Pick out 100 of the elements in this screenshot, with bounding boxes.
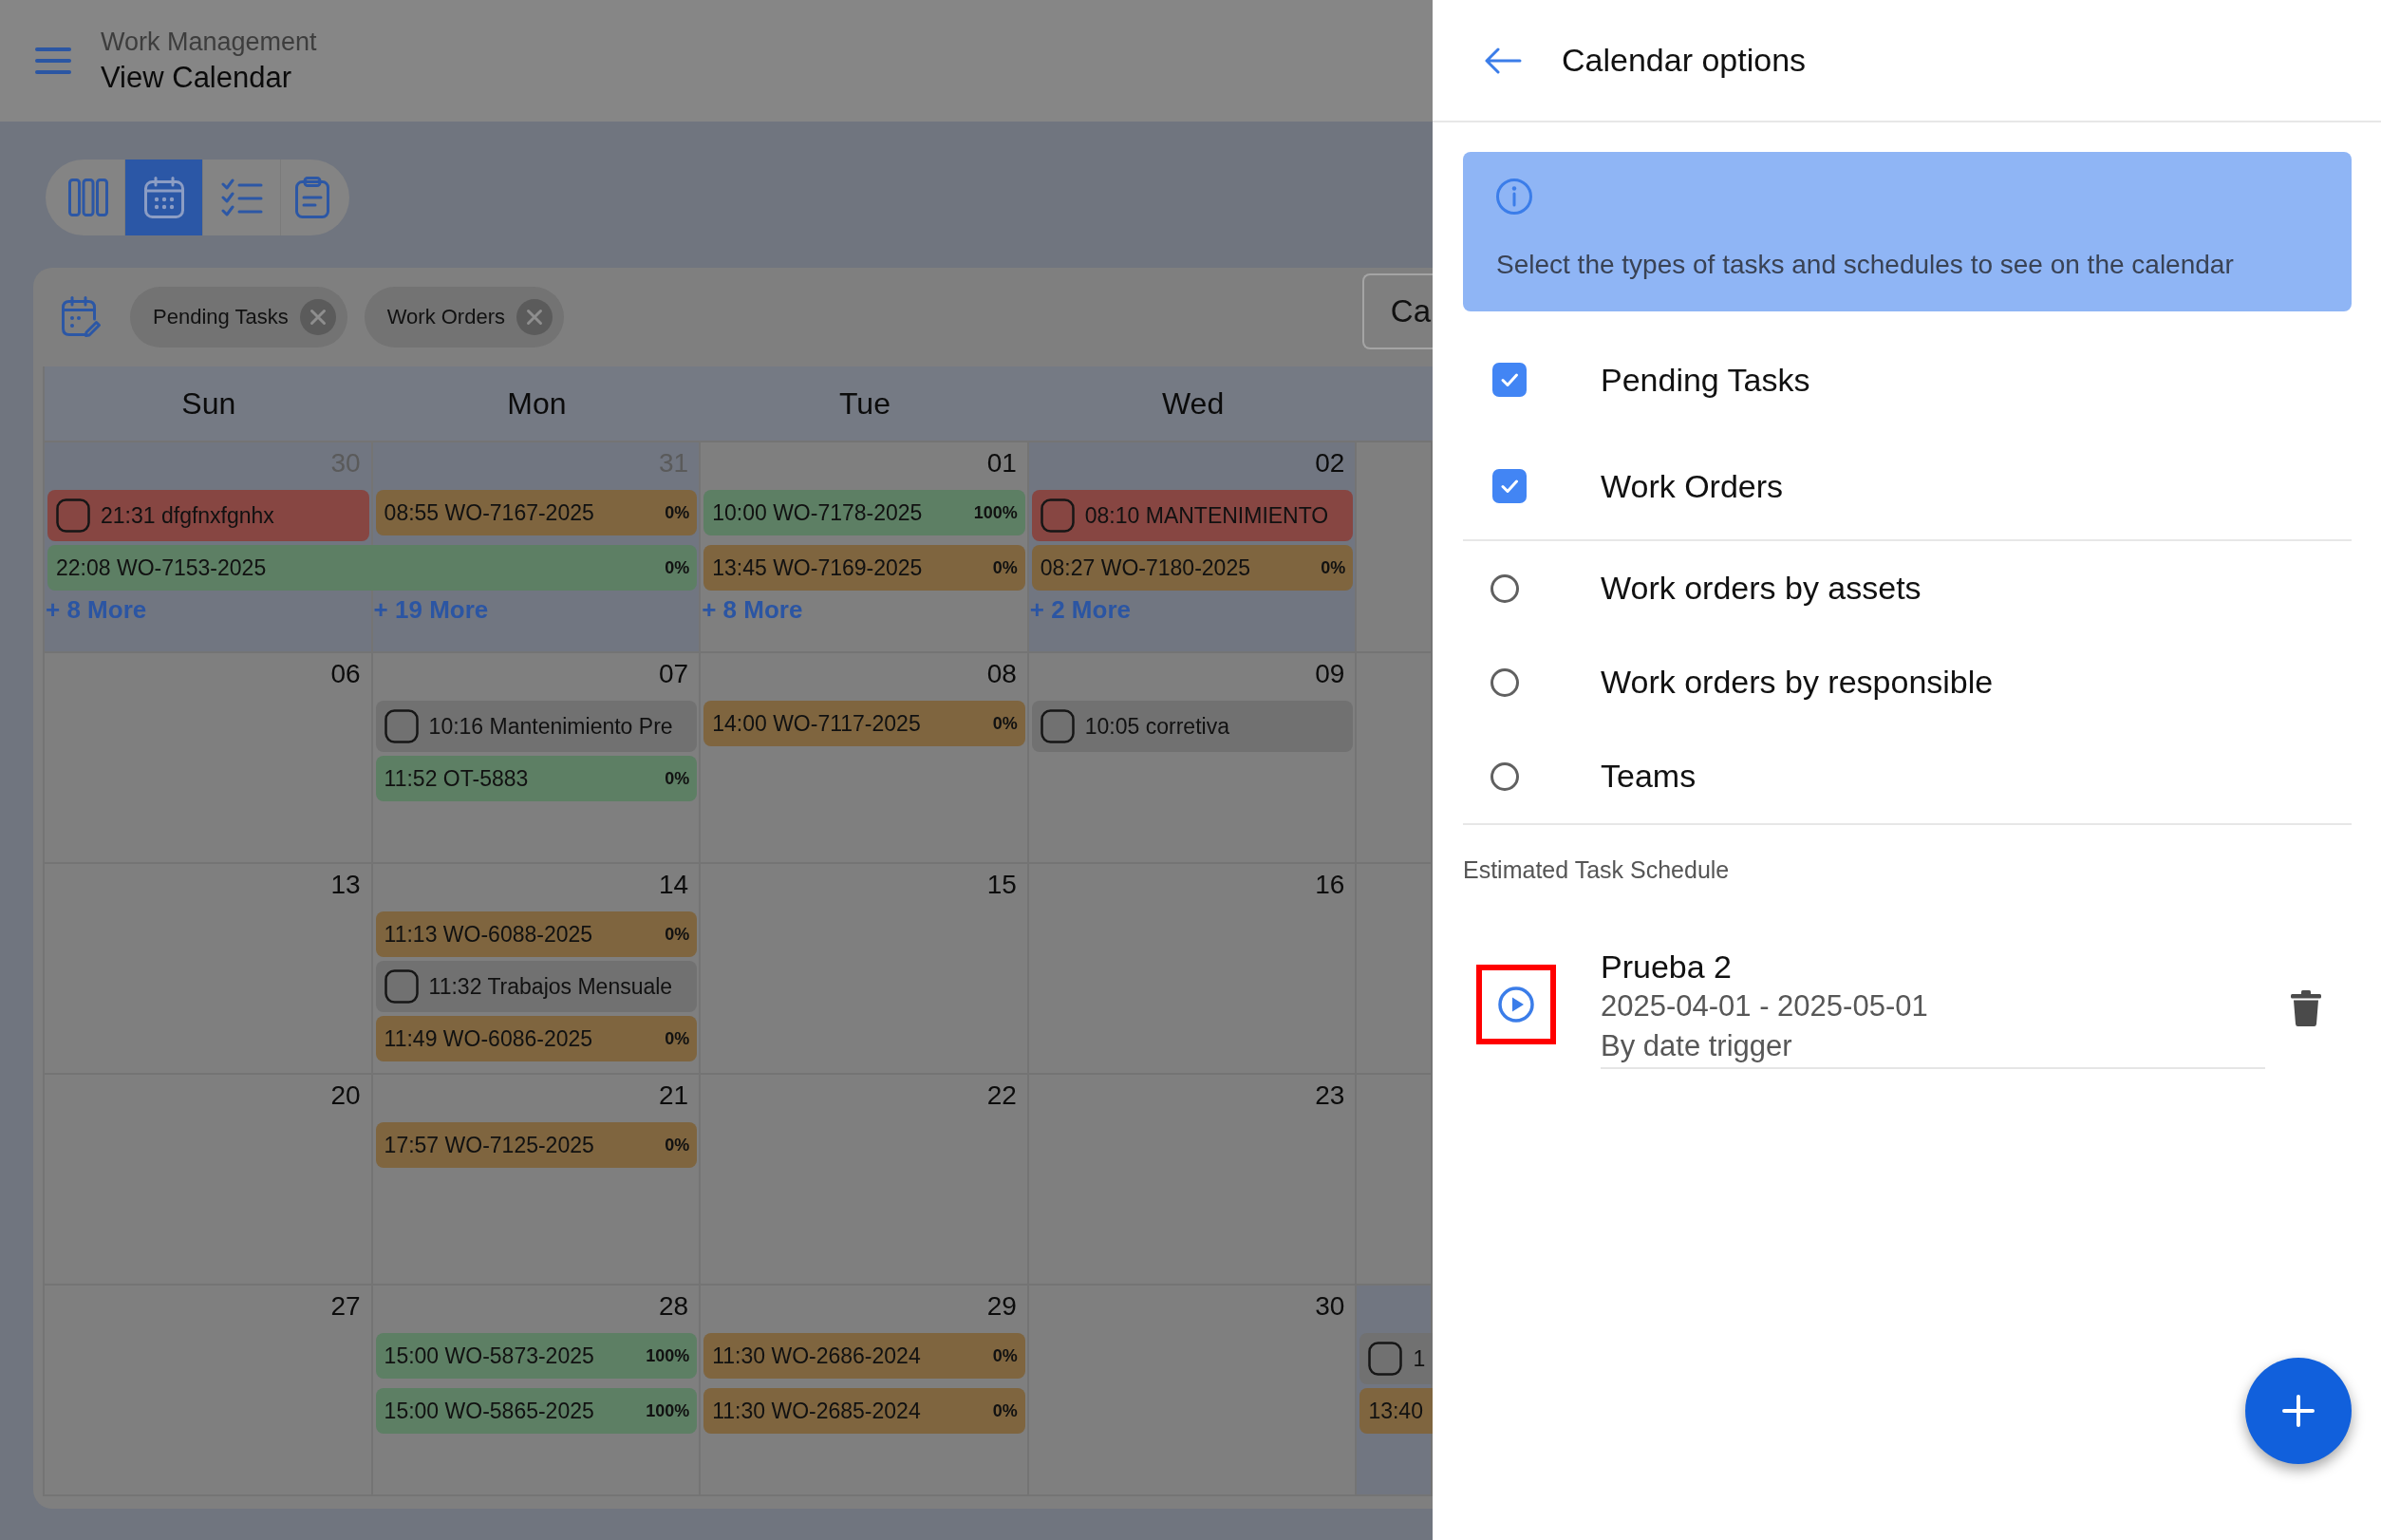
task-checkbox[interactable] [384, 969, 419, 1004]
progress-text: 100% [972, 502, 1018, 523]
clipboard-icon [295, 177, 329, 218]
progress-text: 0% [664, 557, 690, 578]
event-title: 11:30 WO-2685-2024 [712, 1398, 921, 1424]
day-number: 09 [1315, 658, 1345, 690]
event-title: 17:57 WO-7125-2025 [384, 1132, 594, 1158]
progress-text: 100% [645, 1400, 690, 1421]
progress-text: 100% [645, 1345, 690, 1366]
day-number: 06 [330, 658, 361, 690]
calendar-event[interactable]: 08:27 WO-7180-2025 0% [1031, 545, 1354, 591]
calendar-icon [143, 177, 184, 218]
calendar-event[interactable]: 13:40 [1359, 1388, 1433, 1434]
view-tab[interactable] [125, 160, 203, 235]
task-checkbox[interactable] [384, 709, 419, 743]
menu-button[interactable] [35, 47, 71, 75]
option-label[interactable]: Work orders by responsible [1601, 664, 1994, 701]
task-checkbox[interactable] [56, 498, 90, 533]
calendar-event[interactable]: 10:16 Mantenimiento Pre [375, 701, 698, 752]
play-button[interactable] [1498, 986, 1534, 1023]
task-checkbox[interactable] [1040, 709, 1075, 743]
event-title: 11:13 WO-6088-2025 [384, 921, 593, 948]
progress-text: 0% [664, 924, 690, 945]
day-number: 16 [1315, 869, 1345, 901]
delete-button[interactable] [2291, 989, 2321, 1026]
radio-button[interactable] [1490, 667, 1519, 697]
calendar-event[interactable]: 11:49 WO-6086-2025 0% [375, 1016, 698, 1061]
chip-label: Work Orders [386, 305, 505, 329]
calendar-event[interactable]: 08:55 WO-7167-2025 0% [375, 490, 698, 535]
event-title: 22:08 WO-7153-2025 [56, 554, 267, 581]
option-label[interactable]: Work orders by assets [1601, 570, 1922, 607]
option-label[interactable]: Work Orders [1601, 467, 1784, 505]
menu-icon [35, 47, 71, 75]
day-number: 01 [986, 447, 1017, 479]
checkbox[interactable] [1492, 363, 1527, 397]
calendar-event[interactable]: 17:57 WO-7125-2025 0% [375, 1122, 698, 1168]
calendar-event[interactable]: 22:08 WO-7153-2025 0% [47, 545, 698, 591]
toolbar-button[interactable]: Ca [1361, 273, 1433, 349]
info-icon [1496, 178, 1532, 215]
calendar-event[interactable]: 21:31 dfgfnxfgnhx [47, 490, 369, 541]
weekday-label: Wed [1161, 385, 1225, 422]
weekday-label: Tue [839, 385, 891, 422]
option-label[interactable]: Pending Tasks [1601, 361, 1810, 399]
remove-icon[interactable] [516, 299, 553, 335]
remove-icon[interactable] [299, 299, 336, 335]
event-title: 08:10 MANTENIMIENTO [1084, 502, 1329, 529]
radio-button[interactable] [1490, 573, 1519, 603]
checklist-icon [220, 178, 263, 216]
day-number: 20 [330, 1080, 361, 1112]
calendar-event[interactable]: 15:00 WO-5873-2025 100% [375, 1333, 698, 1379]
day-number: 29 [986, 1290, 1017, 1323]
weekday-label: Mon [507, 385, 567, 422]
event-title: 21:31 dfgfnxfgnhx [101, 502, 274, 529]
day-number: 13 [330, 869, 361, 901]
calendar-event[interactable]: 1 [1359, 1333, 1433, 1384]
calendar-event[interactable]: 13:45 WO-7169-2025 0% [703, 545, 1025, 591]
progress-text: 0% [664, 1028, 690, 1049]
calendar-event[interactable]: 11:52 OT-5883 0% [375, 756, 698, 801]
calendar-event[interactable]: 11:30 WO-2685-2024 0% [703, 1388, 1025, 1434]
event-title: 10:05 corretiva [1084, 713, 1229, 740]
add-button[interactable] [2245, 1358, 2352, 1464]
progress-text: 0% [664, 1135, 690, 1155]
progress-text: 0% [1320, 557, 1346, 578]
event-title: 11:49 WO-6086-2025 [384, 1025, 593, 1052]
day-number: 22 [986, 1080, 1017, 1112]
calendar-event[interactable]: 15:00 WO-5865-2025 100% [375, 1388, 698, 1434]
event-title: 10:00 WO-7178-2025 [712, 499, 923, 526]
option-label[interactable]: Teams [1601, 758, 1697, 795]
calendar-event[interactable]: 10:00 WO-7178-2025 100% [703, 490, 1025, 535]
calendar-event[interactable]: 10:05 corretiva [1031, 701, 1354, 752]
task-checkbox[interactable] [1368, 1342, 1403, 1376]
more-link[interactable]: + 8 More [702, 594, 803, 625]
day-number: 07 [659, 658, 689, 690]
calendar-event[interactable]: 11:30 WO-2686-2024 0% [703, 1333, 1025, 1379]
schedule-dates: 2025-04-01 - 2025-05-01 [1601, 988, 1929, 1024]
calendar-event[interactable]: 08:10 MANTENIMIENTO [1031, 490, 1354, 541]
radio-button[interactable] [1490, 761, 1519, 791]
event-title: 10:16 Mantenimiento Pre [428, 713, 673, 740]
calendar-edit-icon[interactable] [62, 296, 102, 338]
calendar-event[interactable]: 14:00 WO-7117-2025 0% [703, 701, 1025, 746]
event-title: 08:27 WO-7180-2025 [1040, 554, 1250, 581]
arrow-left-icon [1484, 47, 1522, 74]
chip-label: Pending Tasks [153, 305, 289, 329]
event-title: 15:00 WO-5873-2025 [384, 1343, 594, 1369]
progress-text: 0% [991, 1400, 1018, 1421]
event-title: 11:30 WO-2686-2024 [712, 1343, 921, 1369]
progress-text: 0% [991, 1345, 1018, 1366]
columns-icon [67, 178, 108, 216]
task-checkbox[interactable] [1040, 498, 1075, 533]
checkbox[interactable] [1492, 469, 1527, 503]
event-title: 11:52 OT-5883 [384, 765, 529, 792]
calendar-event[interactable]: 11:13 WO-6088-2025 0% [375, 911, 698, 957]
event-title: 11:32 Trabajos Mensuale [428, 973, 673, 1000]
event-title: 14:00 WO-7117-2025 [712, 710, 921, 737]
calendar-event[interactable]: 11:32 Trabajos Mensuale [375, 961, 698, 1012]
back-button[interactable] [1484, 47, 1522, 74]
module-name: Work Management [101, 27, 317, 58]
progress-text: 0% [664, 768, 690, 789]
day-number: 08 [986, 658, 1017, 690]
day-number: 21 [659, 1080, 689, 1112]
